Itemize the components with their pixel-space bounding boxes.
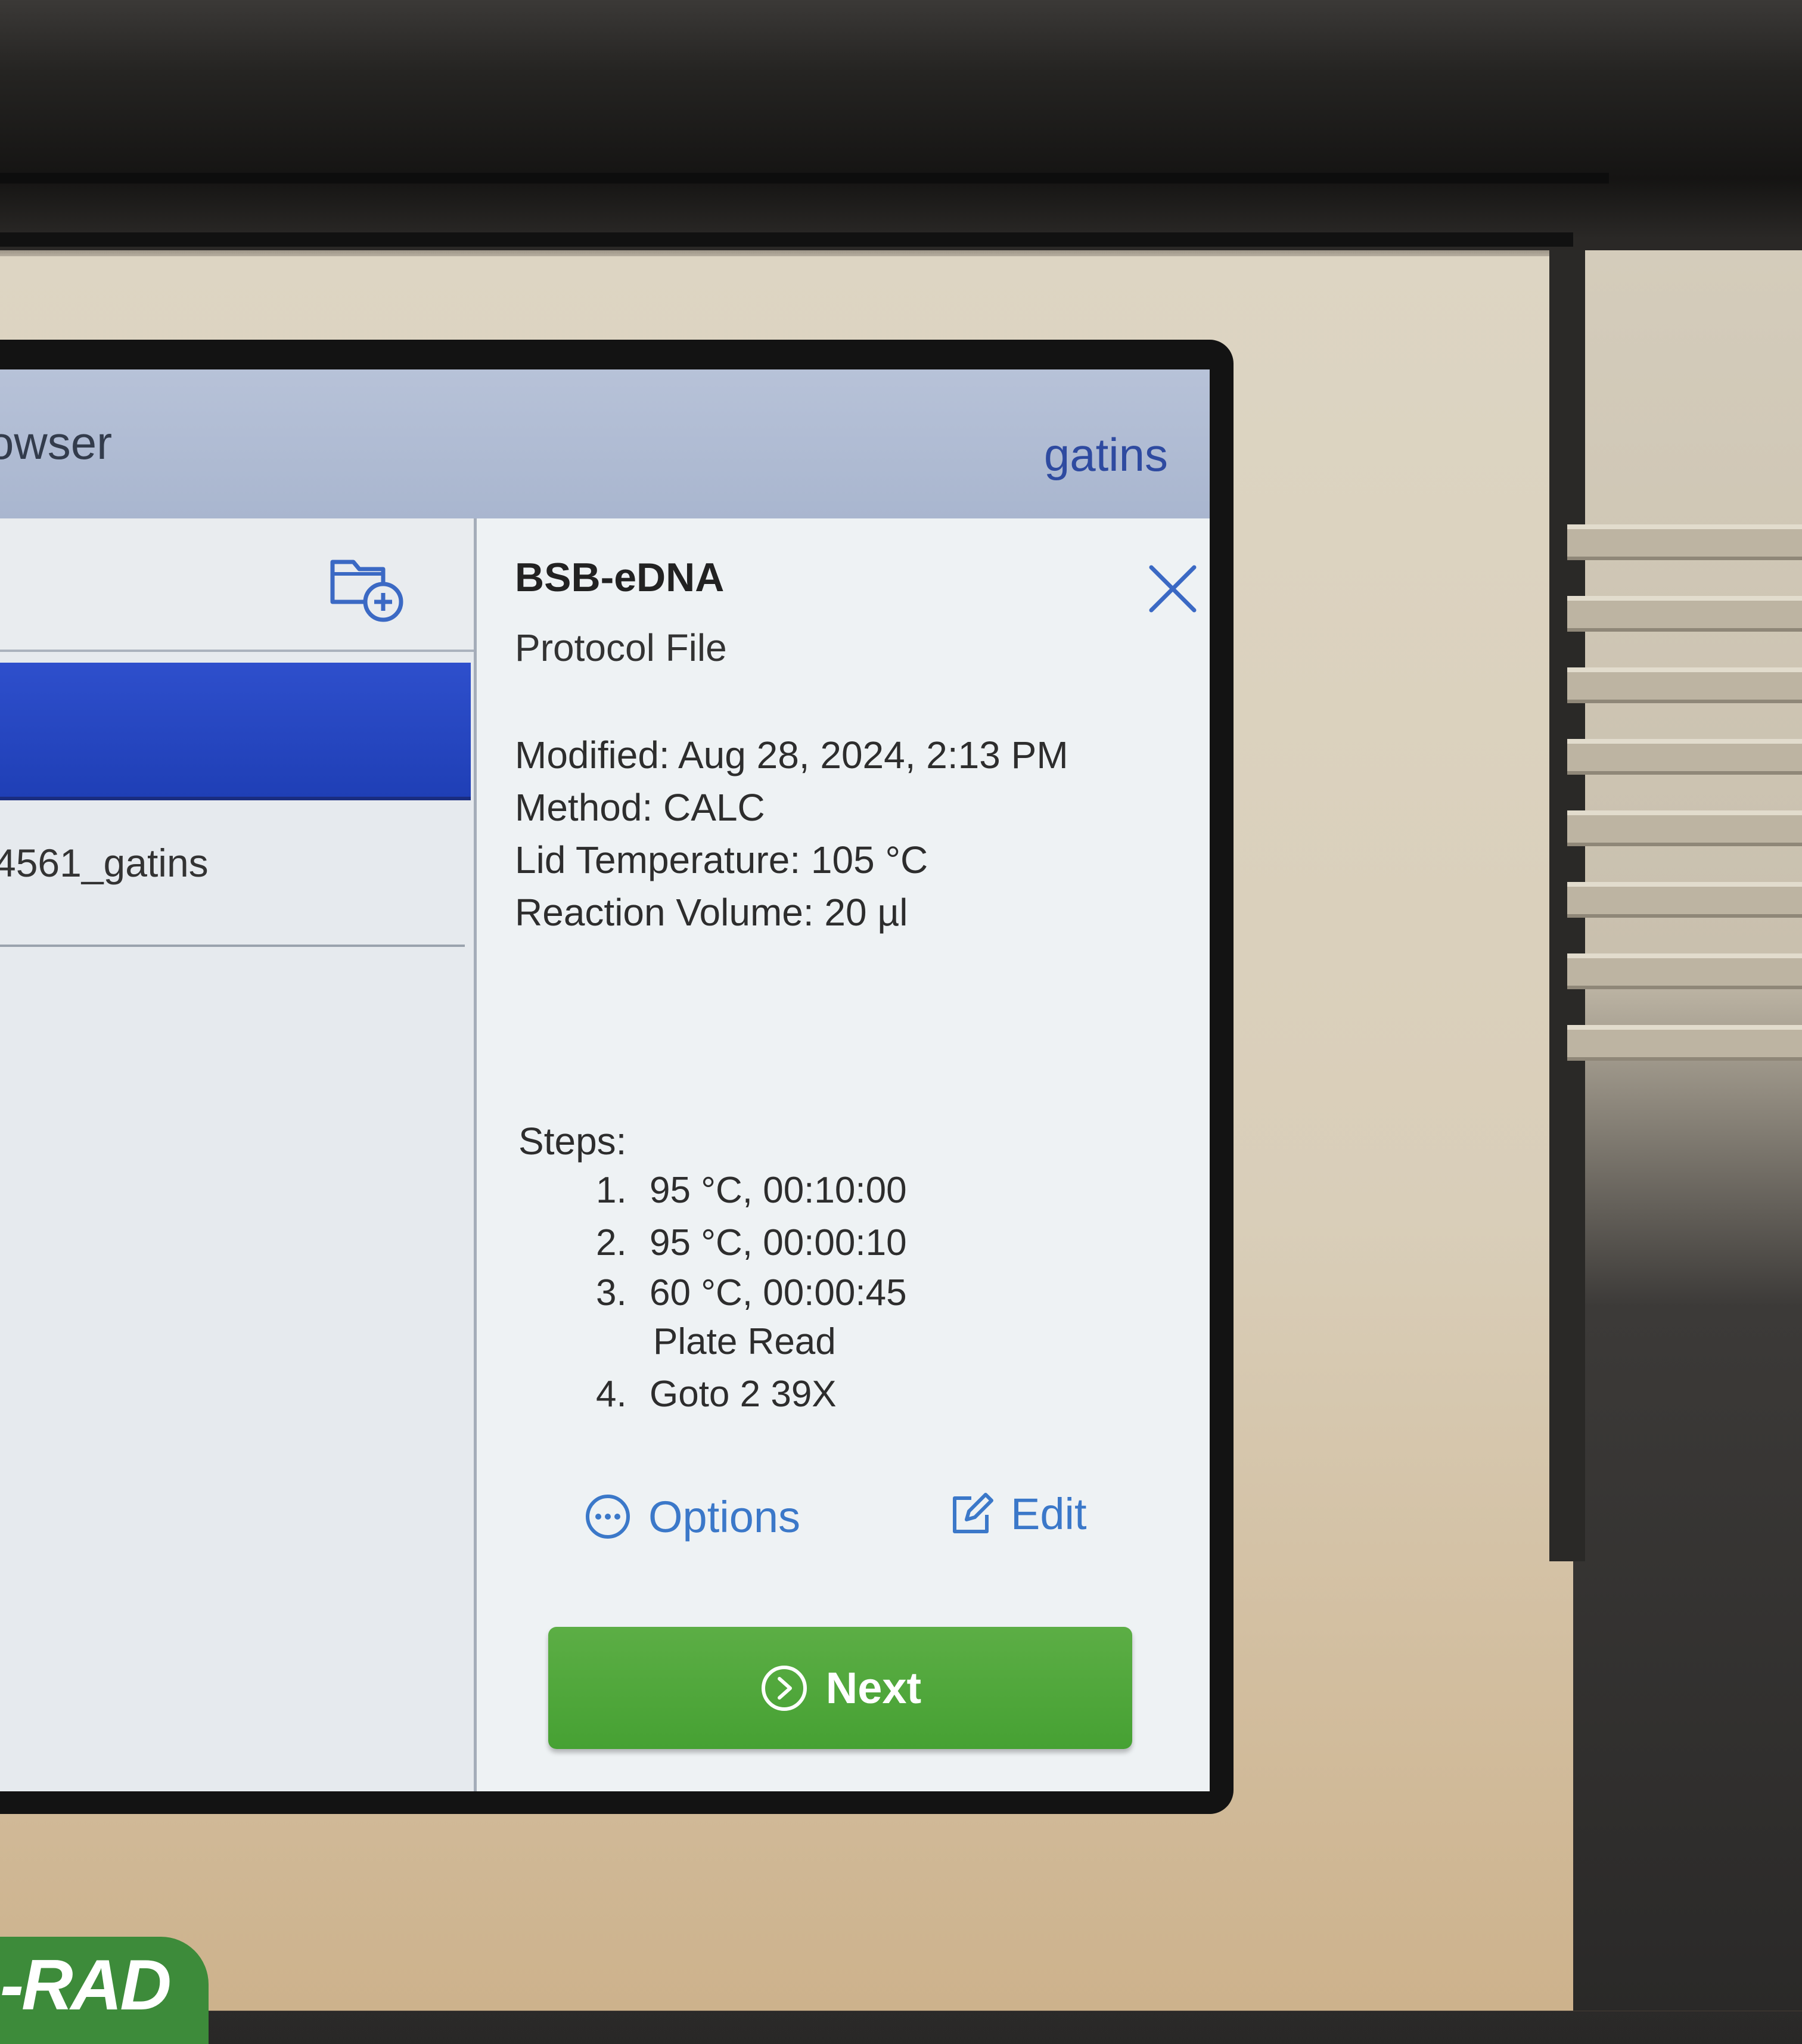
step-text: 60 °C, 00:00:45 [650, 1272, 907, 1313]
vent-slat [1567, 596, 1802, 632]
step-number: 2. [596, 1222, 627, 1263]
vent-slat [1567, 810, 1802, 846]
window-title: owser [0, 417, 113, 469]
chevron-right-circle-icon [761, 1665, 807, 1711]
vent-slat [1567, 739, 1802, 775]
title-bar: owser gatins [0, 369, 1210, 521]
edit-button[interactable]: Edit [947, 1481, 1087, 1546]
vent-slat [1567, 882, 1802, 918]
vent-slat [1567, 524, 1802, 560]
file-row[interactable]: 4561_gatins [0, 799, 465, 947]
brand-logo-text: -RAD [0, 1945, 172, 2025]
step-text: 95 °C, 00:00:10 [650, 1222, 907, 1263]
edit-icon [953, 1493, 993, 1533]
options-icon [586, 1495, 630, 1539]
step-number: 4. [596, 1374, 627, 1415]
vent-slat [1567, 1025, 1802, 1061]
method: Method: CALC [515, 786, 765, 829]
file-toolbar [0, 518, 474, 652]
options-label: Options [648, 1492, 801, 1542]
protocol-details-pane: BSB-eDNA Protocol File Modified: Aug 28,… [477, 518, 1210, 1791]
edit-label: Edit [1011, 1489, 1087, 1539]
file-name: 4561_gatins [0, 841, 209, 885]
file-row-selected[interactable] [0, 663, 471, 800]
touch-screen: owser gatins 4561_gatins BSB-eDNA Protoc… [0, 369, 1210, 1791]
file-browser-pane: 4561_gatins [0, 518, 477, 1791]
instrument-side [1573, 250, 1802, 2011]
lid-temperature: Lid Temperature: 105 °C [515, 838, 928, 881]
lid-edge-lower [0, 232, 1573, 247]
modified-date: Modified: Aug 28, 2024, 2:13 PM [515, 734, 1068, 776]
reaction-volume: Reaction Volume: 20 µl [515, 891, 908, 934]
vent-slat [1567, 953, 1802, 989]
instrument-lid [0, 0, 1802, 250]
step-text: 95 °C, 00:10:00 [650, 1170, 907, 1211]
step-subtext: Plate Read [653, 1321, 836, 1362]
lid-edge [0, 173, 1609, 184]
protocol-type: Protocol File [515, 626, 727, 669]
steps-heading: Steps: [518, 1120, 627, 1163]
protocol-name: BSB-eDNA [515, 555, 725, 600]
close-icon[interactable] [1144, 560, 1201, 617]
next-button[interactable]: Next [548, 1627, 1132, 1749]
folder-add-icon[interactable] [327, 545, 410, 623]
user-name[interactable]: gatins [1044, 428, 1168, 482]
vent-slat [1567, 667, 1802, 703]
step-text: Goto 2 39X [650, 1374, 837, 1415]
step-number: 1. [596, 1170, 627, 1211]
options-button[interactable]: Options [584, 1484, 800, 1549]
step-number: 3. [596, 1272, 627, 1313]
next-label: Next [825, 1663, 922, 1713]
